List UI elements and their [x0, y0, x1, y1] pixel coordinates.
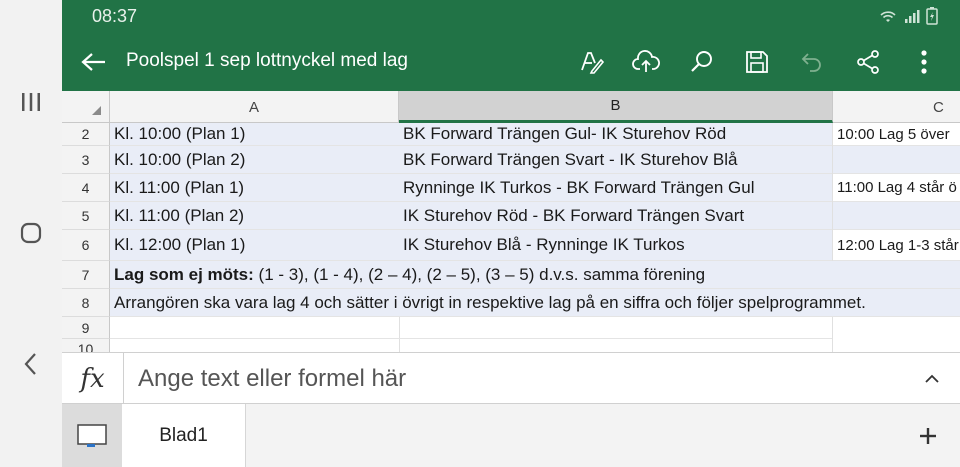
- cell-b6[interactable]: IK Sturehov Blå - Rynninge IK Turkos: [399, 230, 832, 261]
- table-row: 8 Arrangören ska vara lag 4 och sätter i…: [62, 289, 960, 317]
- status-time: 08:37: [92, 6, 138, 26]
- add-sheet-icon[interactable]: [910, 418, 946, 454]
- table-row: 6 Kl. 12:00 (Plan 1) IK Sturehov Blå - R…: [62, 230, 960, 261]
- row-number[interactable]: 4: [62, 174, 110, 202]
- table-row: 9: [62, 317, 960, 339]
- fx-icon[interactable]: fx: [62, 353, 124, 405]
- save-icon[interactable]: [739, 44, 775, 80]
- cell-c4[interactable]: 11:00 Lag 4 står ö: [833, 174, 960, 202]
- cell-a6[interactable]: Kl. 12:00 (Plan 1): [110, 230, 399, 261]
- cell-a7-text: (1 - 3), (1 - 4), (2 – 4), (2 – 5), (3 –…: [253, 264, 706, 284]
- column-header-a[interactable]: A: [110, 91, 399, 123]
- row-number[interactable]: 10: [62, 339, 110, 352]
- row-number[interactable]: 5: [62, 202, 110, 230]
- row-number[interactable]: 3: [62, 146, 110, 174]
- cell-b9[interactable]: [399, 317, 832, 339]
- cell-a5[interactable]: Kl. 11:00 (Plan 2): [110, 202, 399, 230]
- table-row: 10: [62, 339, 960, 352]
- system-back-icon[interactable]: [0, 344, 62, 384]
- formula-input[interactable]: Ange text eller formel här: [138, 365, 406, 393]
- cell-a2[interactable]: Kl. 10:00 (Plan 1): [110, 123, 399, 146]
- row-number[interactable]: 2: [62, 123, 110, 146]
- recent-apps-icon[interactable]: [0, 82, 62, 122]
- home-icon[interactable]: [0, 213, 62, 253]
- status-icons: [878, 6, 938, 26]
- cell-b3[interactable]: BK Forward Trängen Svart - IK Sturehov B…: [399, 146, 832, 174]
- app-header: 08:37 Poolspel 1 sep lottnyckel med lag: [62, 0, 960, 91]
- row-number[interactable]: 9: [62, 317, 110, 339]
- undo-icon[interactable]: [794, 44, 830, 80]
- cell-c6[interactable]: 12:00 Lag 1-3 står: [833, 230, 960, 261]
- cell-c5[interactable]: [833, 202, 960, 230]
- cell-a4[interactable]: Kl. 11:00 (Plan 1): [110, 174, 399, 202]
- table-row: 3 Kl. 10:00 (Plan 2) BK Forward Trängen …: [62, 146, 960, 174]
- column-header-c[interactable]: C: [833, 91, 960, 123]
- chevron-up-icon[interactable]: [914, 361, 950, 397]
- spreadsheet-grid[interactable]: A B C 2 Kl. 10:00 (Plan 1) BK Forward Tr…: [62, 91, 960, 352]
- cloud-upload-icon[interactable]: [628, 44, 664, 80]
- row-number[interactable]: 8: [62, 289, 110, 317]
- table-row: 4 Kl. 11:00 (Plan 1) Rynninge IK Turkos …: [62, 174, 960, 202]
- sheet-tab-bar: Blad1: [62, 404, 960, 467]
- wifi-icon: [880, 11, 896, 22]
- back-arrow-icon[interactable]: [76, 44, 112, 80]
- cell-a7[interactable]: Lag som ej möts: (1 - 3), (1 - 4), (2 – …: [110, 261, 960, 289]
- select-all-corner[interactable]: [62, 91, 110, 123]
- sheet-tab-blad1[interactable]: Blad1: [122, 404, 246, 467]
- cell-c3[interactable]: [833, 146, 960, 174]
- cell-c2[interactable]: 10:00 Lag 5 över: [833, 123, 960, 146]
- search-icon[interactable]: [684, 44, 720, 80]
- signal-icon: [905, 10, 920, 23]
- row-number[interactable]: 7: [62, 261, 110, 289]
- table-row: 2 Kl. 10:00 (Plan 1) BK Forward Trängen …: [62, 123, 960, 146]
- column-headers: A B C: [62, 91, 960, 123]
- sheet-list-icon[interactable]: [62, 404, 122, 467]
- cell-b5[interactable]: IK Sturehov Röd - BK Forward Trängen Sva…: [399, 202, 832, 230]
- row-number[interactable]: 6: [62, 230, 110, 261]
- more-options-icon[interactable]: [906, 44, 942, 80]
- cell-a3[interactable]: Kl. 10:00 (Plan 2): [110, 146, 399, 174]
- battery-icon: [926, 7, 938, 25]
- table-row: 5 Kl. 11:00 (Plan 2) IK Sturehov Röd - B…: [62, 202, 960, 230]
- cell-b4[interactable]: Rynninge IK Turkos - BK Forward Trängen …: [399, 174, 832, 202]
- formula-bar: fx Ange text eller formel här: [62, 352, 960, 405]
- document-title: Poolspel 1 sep lottnyckel med lag: [126, 50, 408, 71]
- cell-a7-bold-label: Lag som ej möts:: [114, 264, 254, 284]
- draw-pen-icon[interactable]: [574, 44, 610, 80]
- cell-a8[interactable]: Arrangören ska vara lag 4 och sätter i ö…: [110, 289, 960, 317]
- system-nav-rail: [0, 0, 62, 467]
- cell-a9[interactable]: [110, 317, 399, 339]
- table-row: 7 Lag som ej möts: (1 - 3), (1 - 4), (2 …: [62, 261, 960, 289]
- share-icon[interactable]: [850, 44, 886, 80]
- column-header-b[interactable]: B: [399, 91, 833, 123]
- cell-b2[interactable]: BK Forward Trängen Gul- IK Sturehov Röd: [399, 123, 832, 146]
